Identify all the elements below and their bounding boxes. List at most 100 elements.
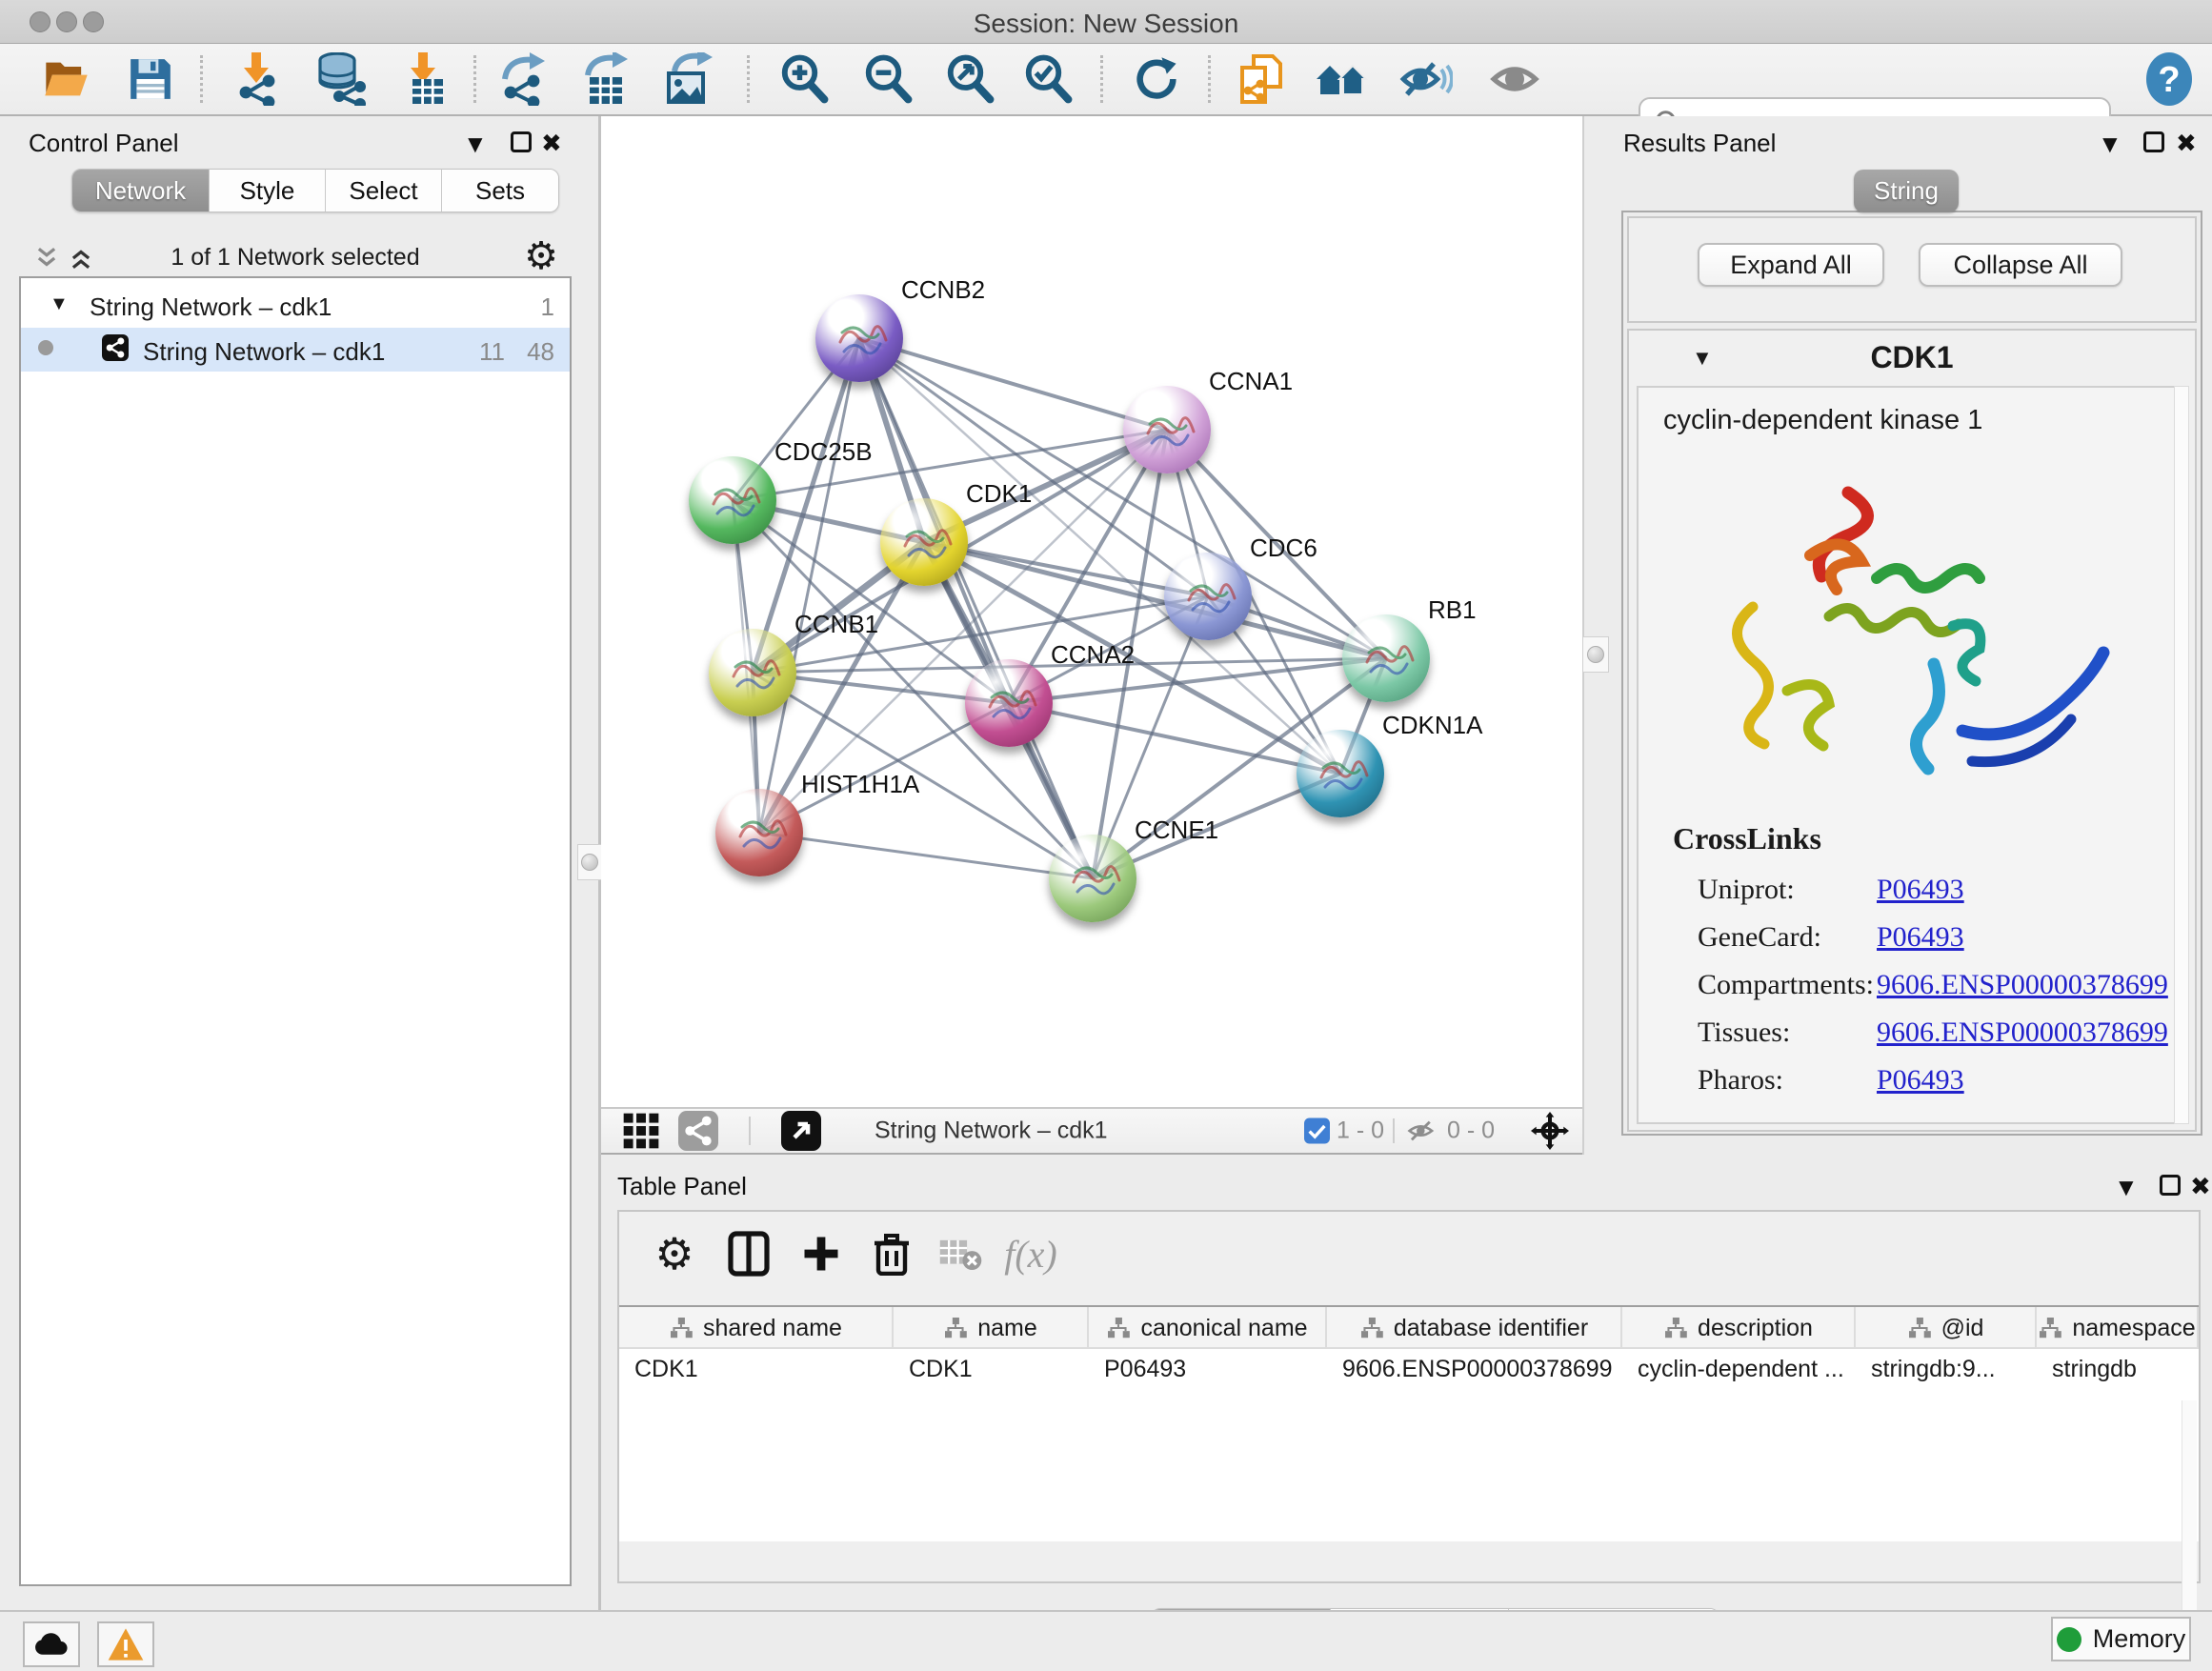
- expand-all-button[interactable]: Expand All: [1698, 243, 1884, 287]
- detach-view-button[interactable]: [781, 1111, 821, 1151]
- crosslink-link[interactable]: P06493: [1877, 921, 1964, 954]
- create-column-button[interactable]: [794, 1227, 848, 1280]
- show-columns-button[interactable]: [722, 1227, 775, 1280]
- network-node-cdk1[interactable]: [880, 498, 968, 586]
- collection-expand-arrow-icon[interactable]: ▼: [50, 293, 69, 315]
- column-header-shared-name[interactable]: shared name: [619, 1307, 894, 1349]
- network-edge[interactable]: [759, 833, 1093, 878]
- delete-column-button[interactable]: [865, 1227, 918, 1280]
- protein-section-header[interactable]: ▼ CDK1: [1629, 331, 2195, 384]
- save-session-button[interactable]: [121, 50, 180, 109]
- results-panel-close-icon[interactable]: ✖: [2176, 129, 2197, 158]
- tab-network[interactable]: Network: [72, 170, 210, 211]
- network-edge[interactable]: [859, 338, 1167, 430]
- table-panel-close-icon[interactable]: ✖: [2190, 1172, 2211, 1201]
- crosslink-link[interactable]: 9606.ENSP00000378699: [1877, 1017, 2168, 1049]
- table-cell[interactable]: cyclin-dependent ...: [1622, 1349, 1856, 1389]
- results-scrollbar[interactable]: [2174, 386, 2189, 1124]
- network-node-rb1[interactable]: [1342, 614, 1430, 702]
- selected-checkbox[interactable]: [1304, 1118, 1330, 1144]
- zoom-in-button[interactable]: [774, 50, 834, 109]
- column-header-database-identifier[interactable]: database identifier: [1327, 1307, 1622, 1349]
- column-header-namespace[interactable]: namespace: [2037, 1307, 2199, 1349]
- grid-view-button[interactable]: [620, 1110, 662, 1152]
- left-splitter-handle[interactable]: [577, 844, 602, 880]
- network-collection-row[interactable]: ▼ String Network – cdk1 1: [21, 286, 570, 326]
- table-cell[interactable]: stringdb: [2037, 1349, 2199, 1389]
- import-table-from-file-button[interactable]: [394, 50, 453, 109]
- network-node-cdc25b[interactable]: [689, 456, 776, 544]
- network-options-gear-icon[interactable]: ⚙: [524, 234, 558, 278]
- network-share-view-button[interactable]: [678, 1111, 718, 1151]
- show-hide-button[interactable]: [1397, 50, 1456, 109]
- current-network-name: String Network – cdk1: [875, 1117, 1108, 1145]
- control-panel-close-icon[interactable]: ✖: [541, 129, 562, 158]
- control-panel-float-icon[interactable]: [511, 131, 532, 152]
- network-node-ccne1[interactable]: [1049, 835, 1136, 922]
- zoom-out-button[interactable]: [858, 50, 917, 109]
- help-button[interactable]: ?: [2140, 50, 2199, 109]
- table-cell[interactable]: 9606.ENSP00000378699: [1327, 1349, 1622, 1389]
- export-table-button[interactable]: [575, 50, 634, 109]
- memory-button[interactable]: Memory: [2051, 1617, 2191, 1661]
- collapse-all-button[interactable]: Collapse All: [1919, 243, 2122, 287]
- table-row[interactable]: CDK1CDK1P064939606.ENSP00000378699cyclin…: [619, 1349, 2199, 1389]
- network-node-ccnb1[interactable]: [709, 629, 796, 716]
- function-builder-button-disabled[interactable]: f(x): [1004, 1227, 1057, 1280]
- apply-layout-button[interactable]: [1127, 50, 1186, 109]
- protein-name: CDK1: [1629, 340, 2195, 375]
- table-vertical-scrollbar[interactable]: [2182, 1400, 2197, 1637]
- collection-count: 1: [541, 292, 554, 322]
- network-node-cdc6[interactable]: [1164, 553, 1252, 640]
- table-cell[interactable]: CDK1: [619, 1349, 894, 1389]
- warnings-button[interactable]: [97, 1621, 154, 1667]
- birdseye-toggle-button[interactable]: [1531, 1112, 1569, 1150]
- hidden-toggle[interactable]: [1406, 1117, 1438, 1145]
- column-header-canonical-name[interactable]: canonical name: [1089, 1307, 1327, 1349]
- crosslink-link[interactable]: P06493: [1877, 1064, 1964, 1097]
- export-image-button[interactable]: [658, 50, 717, 109]
- right-splitter-handle[interactable]: [1582, 636, 1609, 673]
- export-network-button[interactable]: [493, 50, 552, 109]
- import-network-from-database-button[interactable]: [312, 50, 371, 109]
- network-edge[interactable]: [759, 338, 859, 833]
- network-canvas[interactable]: CCNB2CCNA1CDC25BCDK1CDC6RB1CCNB1CCNA2CDK…: [601, 116, 1582, 1107]
- table-cell[interactable]: CDK1: [894, 1349, 1089, 1389]
- table-panel-menu-arrow-icon[interactable]: ▼: [2114, 1173, 2139, 1202]
- table-panel-float-icon[interactable]: [2160, 1175, 2181, 1196]
- eye-button[interactable]: [1485, 50, 1544, 109]
- network-view-toolbar: String Network – cdk1 1 - 0 0 - 0: [601, 1107, 1582, 1155]
- results-panel-menu-arrow-icon[interactable]: ▼: [2098, 130, 2122, 159]
- control-panel-menu-arrow-icon[interactable]: ▼: [463, 130, 488, 159]
- table-settings-gear-icon[interactable]: ⚙: [648, 1227, 701, 1280]
- column-tree-icon: [669, 1318, 694, 1339]
- table-cell[interactable]: P06493: [1089, 1349, 1327, 1389]
- tab-sets[interactable]: Sets: [442, 170, 558, 211]
- clone-network-button[interactable]: [1232, 50, 1291, 109]
- network-node-cdkn1a[interactable]: [1297, 730, 1384, 817]
- tab-string[interactable]: String: [1854, 170, 1959, 212]
- network-edge[interactable]: [1009, 703, 1340, 774]
- network-node-hist1h1a[interactable]: [715, 789, 803, 876]
- network-node-ccnb2[interactable]: [815, 294, 903, 382]
- delete-table-button-disabled[interactable]: [934, 1227, 987, 1280]
- import-network-from-file-button[interactable]: [228, 50, 287, 109]
- table-cell[interactable]: stringdb:9...: [1856, 1349, 2037, 1389]
- zoom-fit-button[interactable]: [940, 50, 999, 109]
- network-row[interactable]: String Network – cdk1 11 48: [21, 328, 570, 372]
- svg-text:?: ?: [2158, 60, 2180, 100]
- cloud-status-button[interactable]: [23, 1621, 80, 1667]
- crosslink-link[interactable]: P06493: [1877, 874, 1964, 906]
- network-node-ccna2[interactable]: [965, 659, 1053, 747]
- results-panel-float-icon[interactable]: [2143, 131, 2164, 152]
- zoom-selected-button[interactable]: [1018, 50, 1077, 109]
- network-node-ccna1[interactable]: [1123, 386, 1211, 473]
- crosslink-link[interactable]: 9606.ENSP00000378699: [1877, 969, 2168, 1001]
- column-header-description[interactable]: description: [1622, 1307, 1856, 1349]
- column-header-name[interactable]: name: [894, 1307, 1089, 1349]
- open-session-button[interactable]: [37, 50, 96, 109]
- first-neighbors-button[interactable]: [1312, 50, 1371, 109]
- tab-select[interactable]: Select: [326, 170, 442, 211]
- tab-style[interactable]: Style: [210, 170, 326, 211]
- column-header--id[interactable]: @id: [1856, 1307, 2037, 1349]
